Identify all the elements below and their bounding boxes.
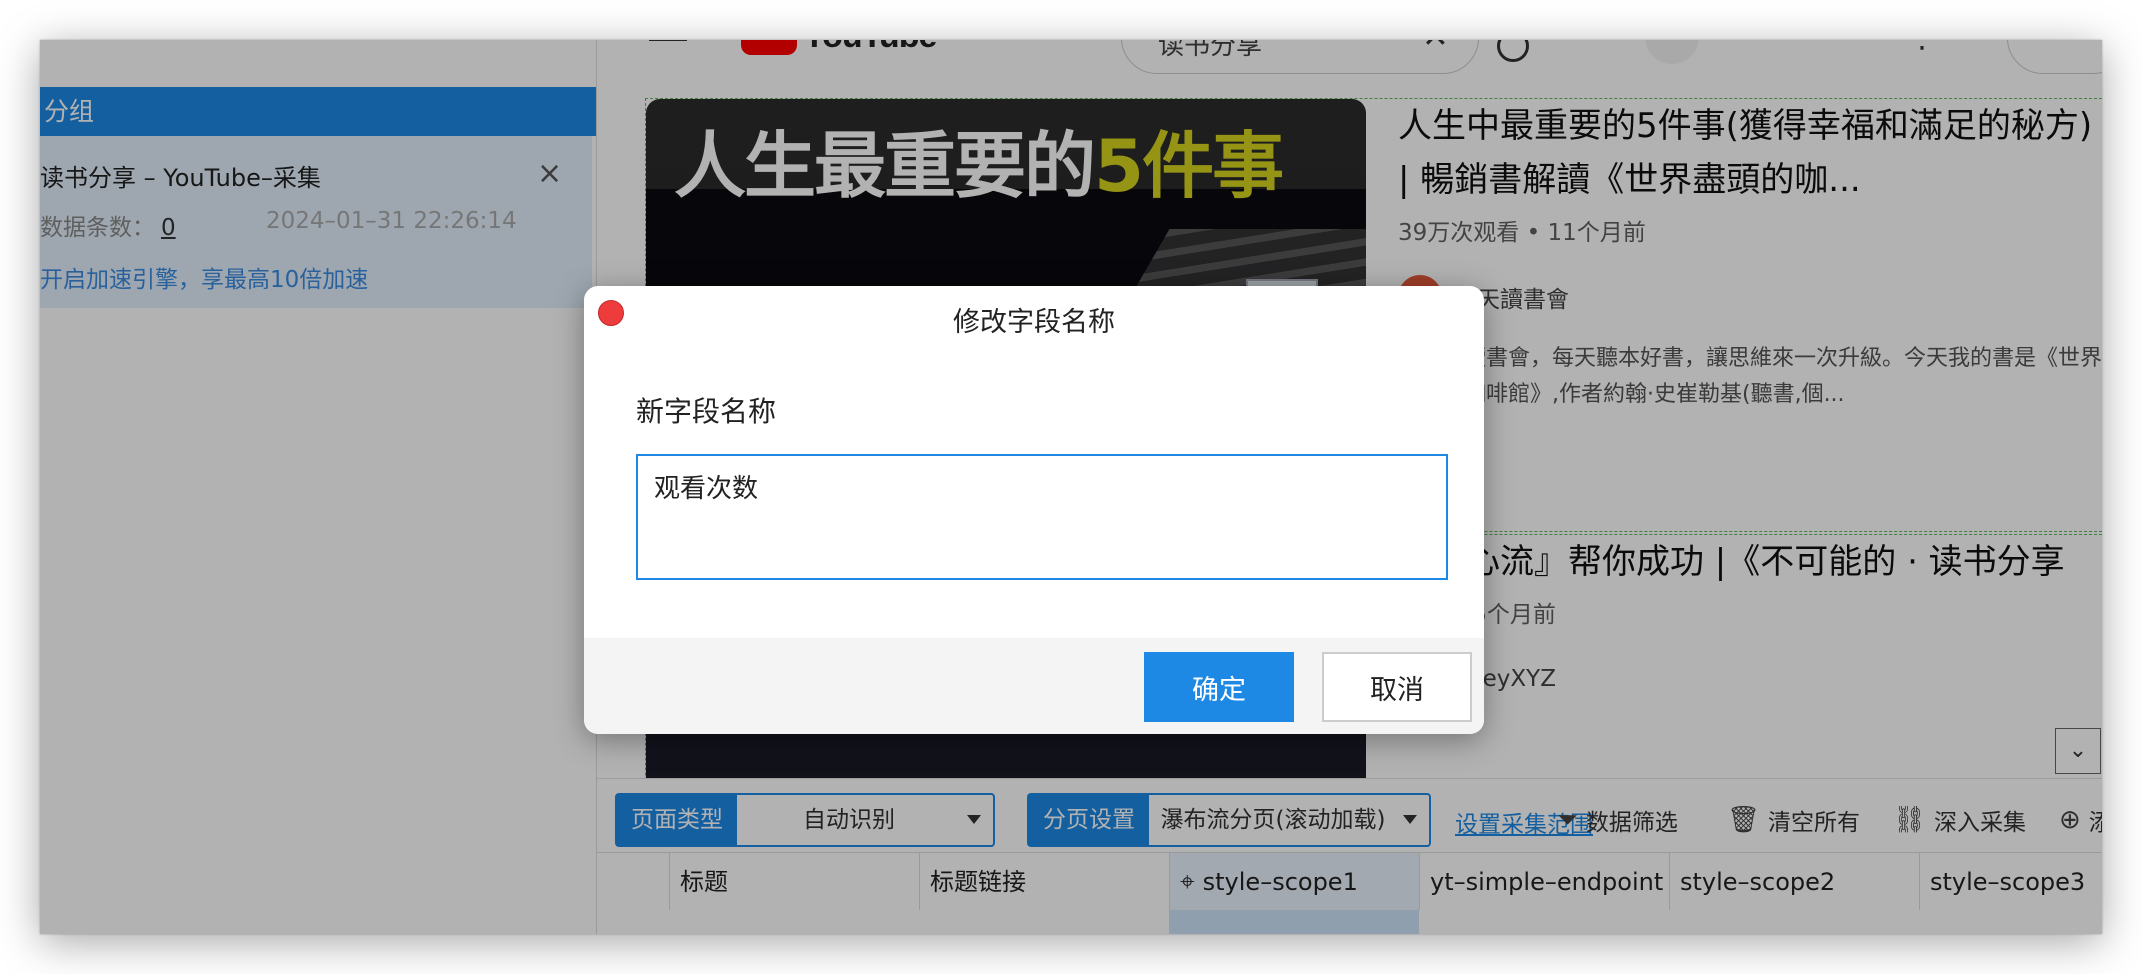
cancel-button[interactable]: 取消 bbox=[1322, 652, 1472, 722]
dialog-footer: 确定 取消 bbox=[584, 638, 1484, 734]
app-window: 分组 读书分享 – YouTube–采集 × 数据条数： 0 2024–01–31… bbox=[40, 40, 2102, 934]
field-name-input[interactable]: 观看次数 bbox=[636, 454, 1448, 580]
confirm-button[interactable]: 确定 bbox=[1144, 652, 1294, 722]
field-name-label: 新字段名称 bbox=[636, 395, 777, 428]
dialog-title: 修改字段名称 bbox=[953, 307, 1115, 338]
rename-field-dialog: 修改字段名称 新字段名称 观看次数 确定 取消 bbox=[584, 286, 1484, 734]
